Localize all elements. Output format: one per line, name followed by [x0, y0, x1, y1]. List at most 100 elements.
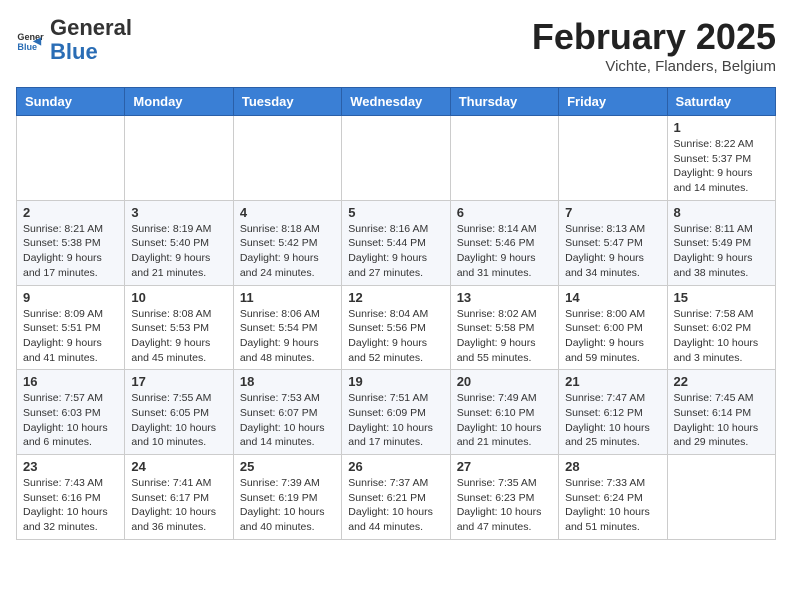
- calendar-cell: 24 Sunrise: 7:41 AM Sunset: 6:17 PM Dayli…: [125, 455, 233, 540]
- day-info: Sunrise: 7:41 AM Sunset: 6:17 PM Dayligh…: [131, 476, 226, 535]
- day-info: Sunrise: 8:18 AM Sunset: 5:42 PM Dayligh…: [240, 222, 335, 281]
- day-number: 20: [457, 374, 552, 389]
- day-number: 28: [565, 459, 660, 474]
- calendar-cell: 2Sunrise: 8:21 AM Sunset: 5:38 PM Daylig…: [17, 200, 125, 285]
- calendar-cell: 4Sunrise: 8:18 AM Sunset: 5:42 PM Daylig…: [233, 200, 341, 285]
- day-number: 13: [457, 290, 552, 305]
- calendar-cell: 28 Sunrise: 7:33 AM Sunset: 6:24 PM Dayli…: [559, 455, 667, 540]
- calendar-cell: 21Sunrise: 7:47 AM Sunset: 6:12 PM Dayli…: [559, 370, 667, 455]
- calendar-cell: [17, 116, 125, 201]
- calendar-cell: 22 Sunrise: 7:45 AM Sunset: 6:14 PM Dayli…: [667, 370, 775, 455]
- day-info: Sunrise: 8:11 AM Sunset: 5:49 PM Dayligh…: [674, 222, 769, 281]
- weekday-header-sunday: Sunday: [17, 88, 125, 116]
- day-info: Sunrise: 7:55 AM Sunset: 6:05 PM Dayligh…: [131, 391, 226, 450]
- day-info: Sunrise: 8:02 AM Sunset: 5:58 PM Dayligh…: [457, 307, 552, 366]
- day-number: 27: [457, 459, 552, 474]
- calendar-cell: 16Sunrise: 7:57 AM Sunset: 6:03 PM Dayli…: [17, 370, 125, 455]
- calendar-week-row: 1 Sunrise: 8:22 AM Sunset: 5:37 PM Daylig…: [17, 116, 776, 201]
- day-number: 6: [457, 205, 552, 220]
- calendar-cell: 14 Sunrise: 8:00 AM Sunset: 6:00 PM Dayli…: [559, 285, 667, 370]
- day-info: Sunrise: 7:58 AM Sunset: 6:02 PM Dayligh…: [674, 307, 769, 366]
- calendar-cell: 27 Sunrise: 7:35 AM Sunset: 6:23 PM Dayli…: [450, 455, 558, 540]
- calendar-cell: 3Sunrise: 8:19 AM Sunset: 5:40 PM Daylig…: [125, 200, 233, 285]
- calendar-cell: 23 Sunrise: 7:43 AM Sunset: 6:16 PM Dayli…: [17, 455, 125, 540]
- logo-general: General: [50, 15, 132, 40]
- day-number: 2: [23, 205, 118, 220]
- calendar-cell: [667, 455, 775, 540]
- day-info: Sunrise: 7:43 AM Sunset: 6:16 PM Dayligh…: [23, 476, 118, 535]
- day-number: 11: [240, 290, 335, 305]
- calendar-cell: 1 Sunrise: 8:22 AM Sunset: 5:37 PM Daylig…: [667, 116, 775, 201]
- day-info: Sunrise: 8:14 AM Sunset: 5:46 PM Dayligh…: [457, 222, 552, 281]
- weekday-header-saturday: Saturday: [667, 88, 775, 116]
- day-number: 1: [674, 120, 769, 135]
- weekday-header-monday: Monday: [125, 88, 233, 116]
- day-number: 18: [240, 374, 335, 389]
- calendar-cell: 5 Sunrise: 8:16 AM Sunset: 5:44 PM Daylig…: [342, 200, 450, 285]
- calendar-cell: 6 Sunrise: 8:14 AM Sunset: 5:46 PM Daylig…: [450, 200, 558, 285]
- calendar-cell: 19Sunrise: 7:51 AM Sunset: 6:09 PM Dayli…: [342, 370, 450, 455]
- day-info: Sunrise: 7:33 AM Sunset: 6:24 PM Dayligh…: [565, 476, 660, 535]
- weekday-header-thursday: Thursday: [450, 88, 558, 116]
- calendar-week-row: 9 Sunrise: 8:09 AM Sunset: 5:51 PM Daylig…: [17, 285, 776, 370]
- day-number: 17: [131, 374, 226, 389]
- calendar-cell: [233, 116, 341, 201]
- day-number: 5: [348, 205, 443, 220]
- calendar-header-row: SundayMondayTuesdayWednesdayThursdayFrid…: [17, 88, 776, 116]
- logo: General Blue General Blue: [16, 16, 132, 64]
- day-number: 25: [240, 459, 335, 474]
- day-number: 12: [348, 290, 443, 305]
- day-number: 15: [674, 290, 769, 305]
- day-number: 14: [565, 290, 660, 305]
- logo-blue: Blue: [50, 39, 98, 64]
- day-number: 3: [131, 205, 226, 220]
- calendar-cell: 25 Sunrise: 7:39 AM Sunset: 6:19 PM Dayli…: [233, 455, 341, 540]
- day-info: Sunrise: 7:37 AM Sunset: 6:21 PM Dayligh…: [348, 476, 443, 535]
- day-info: Sunrise: 7:51 AM Sunset: 6:09 PM Dayligh…: [348, 391, 443, 450]
- day-number: 10: [131, 290, 226, 305]
- calendar-cell: [450, 116, 558, 201]
- day-info: Sunrise: 7:39 AM Sunset: 6:19 PM Dayligh…: [240, 476, 335, 535]
- day-info: Sunrise: 7:49 AM Sunset: 6:10 PM Dayligh…: [457, 391, 552, 450]
- day-number: 21: [565, 374, 660, 389]
- day-info: Sunrise: 8:09 AM Sunset: 5:51 PM Dayligh…: [23, 307, 118, 366]
- day-info: Sunrise: 8:13 AM Sunset: 5:47 PM Dayligh…: [565, 222, 660, 281]
- day-info: Sunrise: 8:06 AM Sunset: 5:54 PM Dayligh…: [240, 307, 335, 366]
- day-info: Sunrise: 8:04 AM Sunset: 5:56 PM Dayligh…: [348, 307, 443, 366]
- day-info: Sunrise: 8:16 AM Sunset: 5:44 PM Dayligh…: [348, 222, 443, 281]
- day-number: 23: [23, 459, 118, 474]
- page-header: General Blue General Blue February 2025 …: [16, 16, 776, 75]
- calendar-table: SundayMondayTuesdayWednesdayThursdayFrid…: [16, 87, 776, 540]
- calendar-cell: 9 Sunrise: 8:09 AM Sunset: 5:51 PM Daylig…: [17, 285, 125, 370]
- day-info: Sunrise: 7:35 AM Sunset: 6:23 PM Dayligh…: [457, 476, 552, 535]
- weekday-header-wednesday: Wednesday: [342, 88, 450, 116]
- logo-text: General Blue: [50, 16, 132, 64]
- calendar-week-row: 23 Sunrise: 7:43 AM Sunset: 6:16 PM Dayli…: [17, 455, 776, 540]
- day-number: 8: [674, 205, 769, 220]
- calendar-cell: 7Sunrise: 8:13 AM Sunset: 5:47 PM Daylig…: [559, 200, 667, 285]
- calendar-cell: [342, 116, 450, 201]
- weekday-header-friday: Friday: [559, 88, 667, 116]
- calendar-week-row: 2Sunrise: 8:21 AM Sunset: 5:38 PM Daylig…: [17, 200, 776, 285]
- calendar-cell: 12 Sunrise: 8:04 AM Sunset: 5:56 PM Dayli…: [342, 285, 450, 370]
- day-info: Sunrise: 7:53 AM Sunset: 6:07 PM Dayligh…: [240, 391, 335, 450]
- day-info: Sunrise: 7:45 AM Sunset: 6:14 PM Dayligh…: [674, 391, 769, 450]
- day-number: 9: [23, 290, 118, 305]
- day-info: Sunrise: 8:22 AM Sunset: 5:37 PM Dayligh…: [674, 137, 769, 196]
- calendar-cell: 17 Sunrise: 7:55 AM Sunset: 6:05 PM Dayli…: [125, 370, 233, 455]
- weekday-header-tuesday: Tuesday: [233, 88, 341, 116]
- calendar-cell: 15 Sunrise: 7:58 AM Sunset: 6:02 PM Dayli…: [667, 285, 775, 370]
- day-info: Sunrise: 8:00 AM Sunset: 6:00 PM Dayligh…: [565, 307, 660, 366]
- svg-text:Blue: Blue: [17, 42, 37, 52]
- day-number: 16: [23, 374, 118, 389]
- calendar-cell: 20 Sunrise: 7:49 AM Sunset: 6:10 PM Dayli…: [450, 370, 558, 455]
- logo-icon: General Blue: [16, 26, 44, 54]
- day-info: Sunrise: 8:08 AM Sunset: 5:53 PM Dayligh…: [131, 307, 226, 366]
- day-number: 24: [131, 459, 226, 474]
- calendar-cell: [559, 116, 667, 201]
- title-area: February 2025 Vichte, Flanders, Belgium: [532, 16, 776, 75]
- day-number: 22: [674, 374, 769, 389]
- day-number: 26: [348, 459, 443, 474]
- month-title: February 2025: [532, 16, 776, 58]
- calendar-cell: 26 Sunrise: 7:37 AM Sunset: 6:21 PM Dayli…: [342, 455, 450, 540]
